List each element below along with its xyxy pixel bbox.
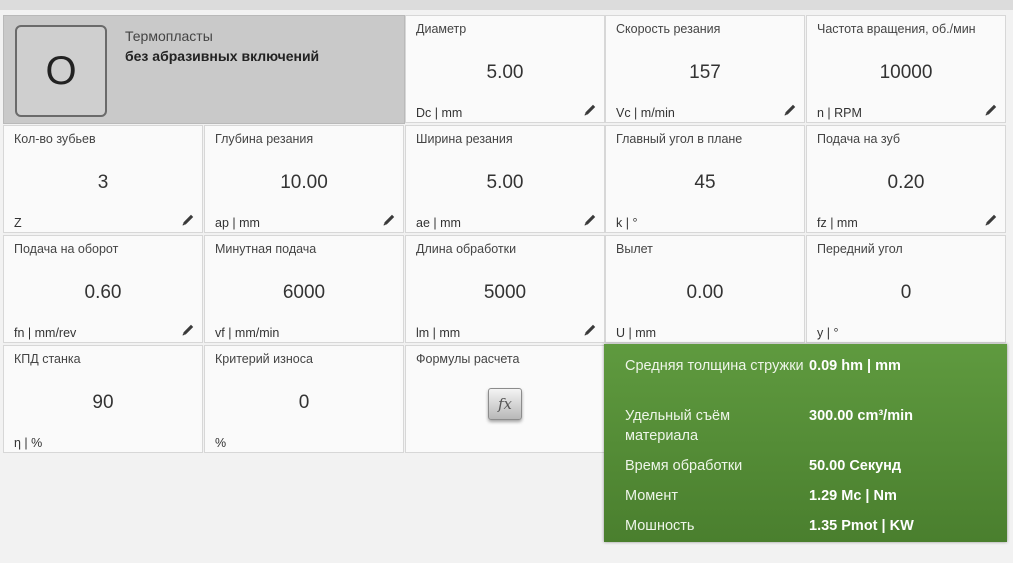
- pencil-icon[interactable]: [582, 322, 598, 338]
- param-value: 90: [92, 392, 114, 413]
- param-label: Подача на зуб: [817, 132, 901, 146]
- param-label: Кол-во зубьев: [14, 132, 96, 146]
- param-unit: n | RPM: [817, 106, 862, 120]
- param-label: Диаметр: [416, 22, 467, 36]
- material-panel[interactable]: O Термопласты без абразивных включений: [3, 15, 405, 124]
- param-feed-min: Минутная подача 6000 vf | mm/min: [204, 235, 404, 343]
- param-label: Скорость резания: [616, 22, 721, 36]
- param-unit: fn | mm/rev: [14, 326, 77, 340]
- param-value: 5.00: [486, 62, 524, 83]
- param-unit: vf | mm/min: [215, 326, 280, 340]
- material-group-letter: O: [15, 25, 107, 117]
- param-feed-rev: Подача на оборот 0.60 fn | mm/rev: [3, 235, 203, 343]
- param-unit: Z: [14, 216, 22, 230]
- param-label: Подача на оборот: [14, 242, 119, 256]
- top-bar: [0, 0, 1013, 10]
- param-value: 0.60: [84, 282, 122, 303]
- material-description: без абразивных включений: [125, 48, 320, 64]
- param-value: 10.00: [280, 172, 328, 193]
- formulas-button[interactable]: fx: [488, 388, 522, 420]
- pencil-icon[interactable]: [983, 102, 999, 118]
- param-label: Минутная подача: [215, 242, 317, 256]
- param-unit: lm | mm: [416, 326, 461, 340]
- param-width: Ширина резания 5.00 ae | mm: [405, 125, 605, 233]
- param-unit: U | mm: [616, 326, 657, 340]
- param-teeth: Кол-во зубьев 3 Z: [3, 125, 203, 233]
- param-feed-tooth: Подача на зуб 0.20 fz | mm: [806, 125, 1006, 233]
- param-value: 0: [900, 282, 912, 303]
- param-value: 0: [298, 392, 310, 413]
- param-value: 45: [694, 172, 716, 193]
- param-label: Длина обработки: [416, 242, 517, 256]
- param-value: 5000: [483, 282, 527, 303]
- pencil-icon[interactable]: [782, 102, 798, 118]
- pencil-icon[interactable]: [582, 102, 598, 118]
- param-lead-angle: Главный угол в плане 45 k | °: [605, 125, 805, 233]
- result-value: 0.09 hm | mm: [809, 358, 901, 374]
- param-efficiency: КПД станка 90 η | %: [3, 345, 203, 453]
- param-label: КПД станка: [14, 352, 81, 366]
- param-rake-angle: Передний угол 0 y | °: [806, 235, 1006, 343]
- param-value: 0.20: [887, 172, 925, 193]
- param-label: Глубина резания: [215, 132, 314, 146]
- param-label: Передний угол: [817, 242, 903, 256]
- param-unit: y | °: [817, 326, 839, 340]
- param-value: 3: [97, 172, 109, 193]
- result-label: Средняя толщина стружки: [625, 358, 804, 374]
- param-value: 0.00: [686, 282, 724, 303]
- pencil-icon[interactable]: [582, 212, 598, 228]
- param-unit: ap | mm: [215, 216, 260, 230]
- param-depth: Глубина резания 10.00 ap | mm: [204, 125, 404, 233]
- param-value: 10000: [879, 62, 933, 83]
- param-unit: k | °: [616, 216, 638, 230]
- pencil-icon[interactable]: [180, 212, 196, 228]
- result-label: Удельный съём материала: [625, 408, 731, 444]
- param-unit: Dc | mm: [416, 106, 463, 120]
- result-label: Время обработки: [625, 458, 743, 474]
- param-unit: η | %: [14, 436, 43, 450]
- param-unit: %: [215, 436, 227, 450]
- pencil-icon[interactable]: [983, 212, 999, 228]
- param-formulas: Формулы расчета fx: [405, 345, 605, 453]
- param-unit: ae | mm: [416, 216, 461, 230]
- param-rotation: Частота вращения, об./мин 10000 n | RPM: [806, 15, 1006, 123]
- param-wear: Критерий износа 0 %: [204, 345, 404, 453]
- param-label: Критерий износа: [215, 352, 313, 366]
- pencil-icon[interactable]: [381, 212, 397, 228]
- param-unit: fz | mm: [817, 216, 858, 230]
- param-value: 157: [689, 62, 721, 83]
- result-value: 300.00 cm³/min: [809, 408, 913, 424]
- result-value: 1.29 Mc | Nm: [809, 488, 897, 504]
- result-label: Момент: [625, 488, 678, 504]
- param-cutting-speed: Скорость резания 157 Vc | m/min: [605, 15, 805, 123]
- param-diameter: Диаметр 5.00 Dc | mm: [405, 15, 605, 123]
- param-label: Частота вращения, об./мин: [817, 22, 976, 36]
- param-label: Ширина резания: [416, 132, 513, 146]
- results-panel: Средняя толщина стружки 0.09 hm | mm Уде…: [604, 344, 1007, 542]
- param-overhang: Вылет 0.00 U | mm: [605, 235, 805, 343]
- param-unit: Vc | m/min: [616, 106, 675, 120]
- param-label: Вылет: [616, 242, 653, 256]
- result-label: Мошность: [625, 518, 695, 534]
- result-value: 50.00 Секунд: [809, 458, 902, 474]
- param-value: 6000: [282, 282, 326, 303]
- param-label: Формулы расчета: [416, 352, 520, 366]
- material-name: Термопласты: [125, 28, 213, 44]
- param-value: 5.00: [486, 172, 524, 193]
- result-value: 1.35 Pmot | KW: [809, 518, 914, 534]
- pencil-icon[interactable]: [180, 322, 196, 338]
- param-label: Главный угол в плане: [616, 132, 743, 146]
- param-length: Длина обработки 5000 lm | mm: [405, 235, 605, 343]
